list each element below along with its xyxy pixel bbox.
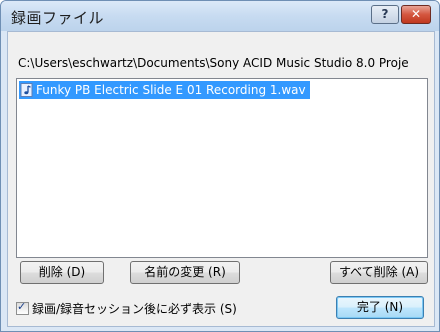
folder-path-label: C:\Users\eschwartz\Documents\Sony ACID M… [18,56,409,70]
always-show-checkbox[interactable]: ✓ [16,299,29,315]
done-button[interactable]: 完了 (N) [336,296,424,319]
dialog-body: C:\Users\eschwartz\Documents\Sony ACID M… [7,31,435,327]
dialog-title: 録画ファイル [11,9,105,27]
always-show-option[interactable]: ✓ 録画/録音セッション後に必ず表示 (S) [16,300,237,316]
audio-file-icon [20,83,34,97]
title-bar[interactable]: 録画ファイル ? ✕ [1,1,439,31]
recorded-files-list[interactable]: Funky PB Electric Slide E 01 Recording 1… [16,78,428,258]
list-item[interactable]: Funky PB Electric Slide E 01 Recording 1… [19,81,310,99]
delete-all-button[interactable]: すべて削除 (A) [330,261,428,284]
rename-button[interactable]: 名前の変更 (R) [130,261,240,284]
delete-button[interactable]: 削除 (D) [20,261,104,284]
always-show-label: 録画/録音セッション後に必ず表示 (S) [32,301,237,316]
file-name: Funky PB Electric Slide E 01 Recording 1… [36,83,306,97]
recorded-files-dialog: 録画ファイル ? ✕ C:\Users\eschwartz\Documents\… [0,0,440,332]
checkmark-icon: ✓ [17,299,27,313]
close-button[interactable]: ✕ [401,5,431,24]
help-button[interactable]: ? [371,5,399,24]
